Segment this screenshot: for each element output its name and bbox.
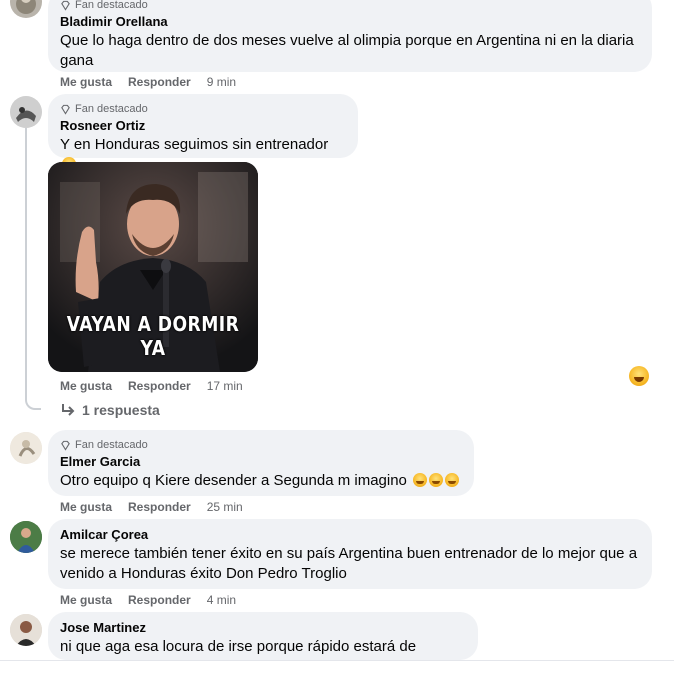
rolling-laughing-icon	[429, 473, 444, 487]
comment-text-line: Que lo haga dentro de dos meses vuelve a…	[60, 32, 634, 49]
comment-bubble: Amilcar Çorea se merece también tener éx…	[48, 519, 652, 589]
comment-actions: Me gusta Responder 17 min	[60, 379, 243, 393]
comment-actions: Me gusta Responder 9 min	[60, 75, 236, 89]
comment-actions: Me gusta Responder 4 min	[60, 593, 236, 607]
fan-badge: Fan destacado	[60, 102, 346, 116]
replies-count-label: 1 respuesta	[82, 402, 160, 418]
comment-text-line: se merece también tener éxito en su país…	[60, 545, 638, 562]
avatar[interactable]	[10, 96, 42, 128]
like-button[interactable]: Me gusta	[60, 379, 112, 393]
comment-text-content: Otro equipo q Kiere desender a Segunda m…	[60, 472, 407, 489]
thread-curve	[25, 396, 41, 410]
laughing-reaction-icon[interactable]	[629, 366, 649, 386]
fan-badge: Fan destacado	[60, 438, 462, 452]
comment-author[interactable]: Amilcar Çorea	[60, 527, 640, 543]
like-button[interactable]: Me gusta	[60, 75, 112, 89]
rolling-laughing-icon	[445, 473, 460, 487]
comment-bubble: Jose Martinez ni que aga esa locura de i…	[48, 612, 478, 674]
reply-button[interactable]: Responder	[128, 379, 191, 393]
avatar[interactable]	[10, 432, 42, 464]
like-button[interactable]: Me gusta	[60, 593, 112, 607]
fan-badge-label: Fan destacado	[75, 439, 148, 451]
comment-author[interactable]: Bladimir Orellana	[60, 14, 640, 30]
comment-time[interactable]: 25 min	[207, 500, 243, 514]
comment-text-content: Y en Honduras seguimos sin entrenador	[60, 136, 329, 153]
comment-time[interactable]: 4 min	[207, 593, 236, 607]
comment-bubble: Fan destacado Rosneer Ortiz Y en Hondura…	[48, 94, 358, 171]
like-button[interactable]: Me gusta	[60, 500, 112, 514]
avatar[interactable]	[10, 521, 42, 553]
diamond-icon	[61, 104, 70, 115]
comment-actions: Me gusta Responder 25 min	[60, 500, 243, 514]
comment-text: Que lo haga dentro de dos meses vuelve a…	[60, 31, 640, 71]
comment-text-line: venido a Honduras éxito Don Pedro Trogli…	[60, 565, 347, 582]
comment-bubble: Fan destacado Bladimir Orellana Que lo h…	[48, 0, 652, 72]
fan-badge-label: Fan destacado	[75, 0, 148, 11]
comment-text-line: gana	[60, 52, 94, 69]
comment-bubble: Fan destacado Elmer Garcia Otro equipo q…	[48, 430, 474, 496]
comment-time[interactable]: 17 min	[207, 379, 243, 393]
comment-author[interactable]: Jose Martinez	[60, 620, 466, 636]
reply-button[interactable]: Responder	[128, 593, 191, 607]
fan-badge-label: Fan destacado	[75, 103, 148, 115]
comment-time[interactable]: 9 min	[207, 75, 236, 89]
reply-arrow-icon	[62, 404, 75, 416]
meme-caption: VAYAN A DORMIR YA	[66, 312, 240, 360]
rolling-laughing-icon	[413, 473, 428, 487]
comment-text: Otro equipo q Kiere desender a Segunda m…	[60, 471, 462, 491]
comment-text: se merece también tener éxito en su país…	[60, 544, 640, 584]
comment-author[interactable]: Elmer Garcia	[60, 454, 462, 470]
reply-button[interactable]: Responder	[128, 75, 191, 89]
diamond-icon	[61, 0, 70, 11]
thread-line	[25, 128, 27, 398]
comment-author[interactable]: Rosneer Ortiz	[60, 118, 346, 134]
meme-image[interactable]: VAYAN A DORMIR YA	[48, 162, 258, 372]
fan-badge: Fan destacado	[60, 0, 640, 12]
view-replies-link[interactable]: 1 respuesta	[60, 402, 160, 418]
reply-button[interactable]: Responder	[128, 500, 191, 514]
diamond-icon	[61, 440, 70, 451]
bottom-divider	[0, 660, 674, 674]
avatar[interactable]	[10, 0, 42, 18]
avatar[interactable]	[10, 614, 42, 646]
